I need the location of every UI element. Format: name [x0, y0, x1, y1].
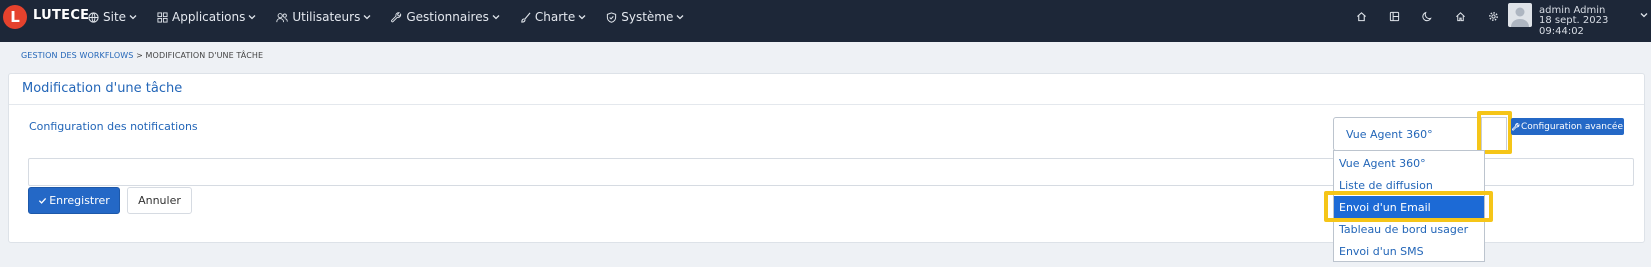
chevron-down-icon: [363, 15, 371, 20]
notification-type-select[interactable]: Vue Agent 360°: [1333, 117, 1481, 151]
save-button[interactable]: Enregistrer: [28, 187, 120, 214]
card-header: Modification d'une tâche: [9, 74, 1644, 105]
home-outline-icon[interactable]: [1444, 0, 1477, 32]
menu-label: Applications: [172, 10, 246, 24]
save-label: Enregistrer: [49, 194, 110, 207]
grid-icon: [157, 11, 168, 23]
breadcrumb-current: MODIFICATION D'UNE TÂCHE: [145, 51, 264, 60]
menu-site[interactable]: Site: [88, 10, 137, 24]
shield-icon: [607, 11, 617, 23]
cancel-label: Annuler: [138, 194, 181, 207]
globe-icon: [88, 11, 99, 23]
notifications-config-label: Configuration des notifications: [29, 120, 198, 133]
chevron-down-icon: [578, 15, 586, 20]
menu-applications[interactable]: Applications: [157, 10, 256, 24]
avatar[interactable]: [1508, 3, 1532, 27]
advanced-config-label: Configuration avancée: [1521, 121, 1623, 132]
check-icon: [39, 197, 47, 204]
advanced-config-button[interactable]: Configuration avancée: [1511, 118, 1624, 135]
dropdown-option-vue-agent[interactable]: Vue Agent 360°: [1334, 152, 1484, 174]
home-icon[interactable]: [1345, 0, 1378, 32]
main-menu: Site Applications Utilisateurs Gestionna…: [88, 0, 704, 34]
menu-charte[interactable]: Charte: [520, 10, 586, 24]
lutece-logo[interactable]: L: [3, 5, 27, 29]
chevron-down-icon[interactable]: [1640, 11, 1648, 19]
wrench-icon: [1512, 122, 1520, 131]
brush-icon: [521, 12, 531, 23]
moon-icon[interactable]: [1411, 0, 1444, 32]
menu-label: Système: [621, 10, 674, 24]
breadcrumb-link-workflows[interactable]: GESTION DES WORKFLOWS: [21, 51, 133, 60]
select-value: Vue Agent 360°: [1346, 127, 1433, 141]
login-date: 18 sept. 2023 09:44:02: [1539, 15, 1609, 37]
top-navbar: L LUTECE Site Applications Utilisateurs …: [0, 0, 1651, 42]
dropdown-option-envoi-sms[interactable]: Envoi d'un SMS: [1334, 240, 1484, 262]
menu-label: Utilisateurs: [292, 10, 361, 24]
menu-label: Charte: [534, 10, 576, 24]
chevron-down-icon: [129, 15, 137, 20]
users-icon: [276, 12, 289, 22]
chevron-down-icon: [248, 15, 256, 20]
chevron-down-icon: [676, 15, 684, 20]
menu-label: Gestionnaires: [406, 10, 489, 24]
layout-icon[interactable]: [1378, 0, 1411, 32]
cancel-button[interactable]: Annuler: [127, 187, 192, 214]
brand-name[interactable]: LUTECE: [33, 8, 89, 23]
top-right-icons: [1345, 0, 1510, 32]
highlight-frame: [1324, 191, 1493, 222]
wrench-icon: [391, 11, 402, 22]
highlight-frame: [1477, 111, 1512, 154]
menu-utilisateurs[interactable]: Utilisateurs: [276, 10, 371, 24]
menu-label: Site: [103, 10, 127, 24]
breadcrumb-separator: >: [136, 51, 143, 60]
page-title: Modification d'une tâche: [22, 81, 183, 96]
gear-icon[interactable]: [1477, 0, 1510, 32]
menu-gestionnaires[interactable]: Gestionnaires: [391, 10, 500, 24]
chevron-down-icon: [492, 15, 500, 20]
menu-systeme[interactable]: Système: [606, 10, 684, 24]
breadcrumb: GESTION DES WORKFLOWS > MODIFICATION D'U…: [21, 51, 263, 60]
